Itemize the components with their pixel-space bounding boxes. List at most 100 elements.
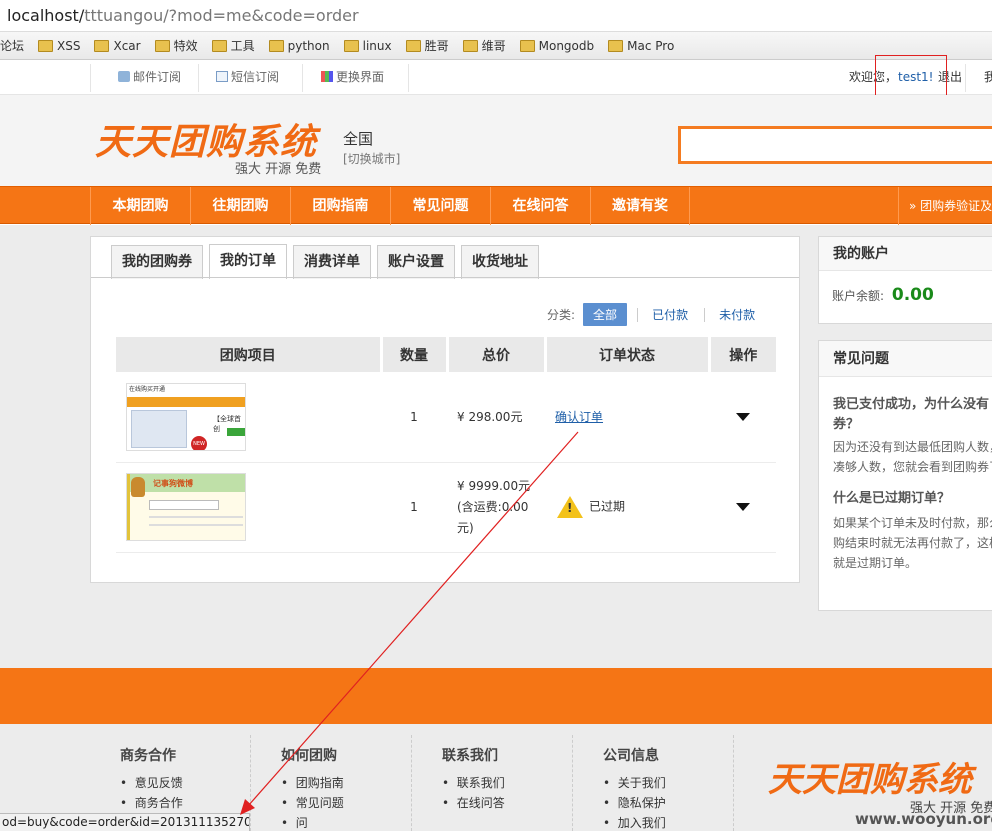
filter-all[interactable]: 全部 [583, 303, 628, 326]
account-title: 我的账户 [819, 237, 992, 271]
price-cell: ¥ 298.00元 [447, 372, 545, 463]
dropdown-caret-icon[interactable] [735, 412, 750, 421]
table-row: 记事狗微博 1 ¥ 9999.00元 (含运费:0.00元) ! 已过期 [116, 462, 776, 553]
faq-q1-line1: 我已支付成功，为什么没有 [833, 397, 990, 412]
watermark: www.wooyun.org [855, 810, 992, 828]
footer-link-label: 常见问题 [295, 796, 344, 810]
search-input[interactable] [678, 126, 992, 164]
folder-icon [405, 39, 421, 52]
expired-status: 已过期 [589, 499, 626, 514]
nav-qa[interactable]: 在线问答 [490, 187, 590, 225]
thumb-title: 记事狗微博 [153, 479, 193, 488]
footer-link[interactable]: • 在线问答 [442, 793, 505, 813]
status-cell: ! 已过期 [545, 462, 709, 553]
footer-link[interactable]: • 意见反馈 [120, 773, 183, 793]
divider [198, 64, 199, 92]
current-city: 全国 [343, 130, 374, 148]
nav-invite[interactable]: 邀请有奖 [590, 187, 690, 225]
tab-my-coupons[interactable]: 我的团购券 [111, 245, 203, 279]
nav-past-deals[interactable]: 往期团购 [190, 187, 290, 225]
bookmark-item[interactable]: Mac Pro [608, 39, 674, 53]
footer-link[interactable]: • 加入我们 [603, 813, 666, 833]
thumb-line [149, 524, 243, 526]
bookmark-label: linux [362, 38, 392, 53]
folder-icon [38, 39, 54, 52]
faq-a2-line2: 购结束时就无法再付款了，这样 [833, 536, 992, 550]
col-header-item: 团购项目 [116, 337, 383, 372]
confirm-order-link[interactable]: 确认订单 [555, 410, 603, 424]
qty-cell: 1 [381, 462, 447, 553]
bookmark-item[interactable]: Mongodb [519, 38, 595, 53]
palette-icon [321, 71, 333, 82]
topbar-extra[interactable]: 我 [976, 60, 992, 95]
nav-coupon-verify[interactable]: » 团购券验证及 [898, 187, 992, 225]
address-path: tttuangou/?mod=me&code=order [84, 6, 359, 25]
footer-link-label: 团购指南 [295, 776, 344, 790]
bookmark-item[interactable]: XSS [38, 39, 80, 53]
nav-current-deals[interactable]: 本期团购 [90, 187, 190, 225]
footer-band [0, 668, 992, 724]
thumb-edge [127, 474, 130, 540]
sms-subscribe-label: 短信订阅 [231, 70, 280, 84]
change-theme-link[interactable]: 更换界面 [313, 60, 384, 95]
faq-q1-line2: 券？ [833, 417, 860, 432]
tab-my-orders[interactable]: 我的订单 [209, 244, 287, 279]
main-nav: 本期团购 往期团购 团购指南 常见问题 在线问答 邀请有奖 » 团购券验证及 [0, 186, 992, 225]
col-header-total: 总价 [447, 337, 547, 372]
nav-faq[interactable]: 常见问题 [390, 187, 490, 225]
tab-account-settings[interactable]: 账户设置 [377, 245, 455, 279]
dropdown-caret-icon[interactable] [735, 503, 750, 511]
footer-link[interactable]: • 常见问题 [281, 793, 344, 813]
status-bar-url: od=buy&code=order&id=2013111352704 [0, 813, 250, 831]
email-subscribe-link[interactable]: 邮件订阅 [110, 60, 181, 95]
bookmark-label: 胜哥 [424, 39, 449, 53]
footer-link[interactable]: • 隐私保护 [603, 793, 666, 813]
bookmark-item[interactable]: 特效 [154, 37, 198, 54]
tab-shipping-address[interactable]: 收货地址 [461, 245, 539, 279]
sms-subscribe-link[interactable]: 短信订阅 [208, 60, 279, 95]
faq-question[interactable]: 什么是已过期订单？ [833, 489, 992, 509]
faq-question[interactable]: 我已支付成功，为什么没有 券？ [833, 395, 992, 435]
divider [411, 735, 412, 831]
divider [250, 735, 251, 831]
folder-icon [608, 39, 624, 52]
footer-link[interactable]: • 问 [281, 813, 344, 833]
nav-guide[interactable]: 团购指南 [290, 187, 390, 225]
footer-col-title: 联系我们 [442, 748, 498, 764]
thumb-new-badge: NEW [191, 435, 207, 450]
tab-divider [91, 277, 799, 278]
footer-link[interactable]: • 联系我们 [442, 773, 505, 793]
filter-unpaid[interactable]: 未付款 [709, 303, 765, 326]
col-header-status: 订单状态 [545, 337, 711, 372]
bookmark-item[interactable]: python [268, 39, 330, 53]
balance-label: 账户余额: [832, 289, 885, 303]
switch-city-link[interactable]: [切换城市] [343, 150, 400, 167]
bookmark-label: Mac Pro [627, 38, 675, 53]
bookmark-item[interactable]: 工具 [211, 37, 255, 54]
bookmark-item[interactable]: 胜哥 [405, 37, 449, 54]
bookmark-item[interactable]: 维哥 [462, 37, 506, 54]
change-theme-label: 更换界面 [336, 70, 385, 84]
footer-link[interactable]: • 商务合作 [120, 793, 183, 813]
bookmark-label: Mongodb [538, 38, 595, 53]
tab-consumption[interactable]: 消费详单 [293, 245, 371, 279]
folder-icon [462, 39, 478, 52]
product-thumbnail[interactable]: 记事狗微博 [126, 473, 246, 541]
filter-paid[interactable]: 已付款 [642, 303, 698, 326]
top-bar: 邮件订阅 短信订阅 更换界面 欢迎您， test1! 退出 我 [0, 60, 992, 95]
status-cell: 确认订单 [545, 372, 709, 463]
divider [408, 64, 409, 92]
bookmark-label: Xcar [113, 38, 141, 53]
bookmark-item[interactable]: 论坛 [0, 37, 24, 54]
divider [704, 307, 706, 322]
folder-icon [268, 39, 284, 52]
col-header-action: 操作 [709, 337, 776, 372]
action-cell [709, 372, 776, 463]
address-bar[interactable]: localhost/tttuangou/?mod=me&code=order [0, 0, 992, 32]
bookmark-label: 论坛 [0, 39, 25, 53]
footer-link[interactable]: • 团购指南 [281, 773, 344, 793]
bookmark-item[interactable]: Xcar [94, 38, 141, 53]
bookmark-item[interactable]: linux [343, 38, 392, 53]
product-thumbnail[interactable]: 在线购买开通 【全球首创 NEW [126, 382, 246, 451]
footer-link[interactable]: • 关于我们 [603, 773, 666, 793]
